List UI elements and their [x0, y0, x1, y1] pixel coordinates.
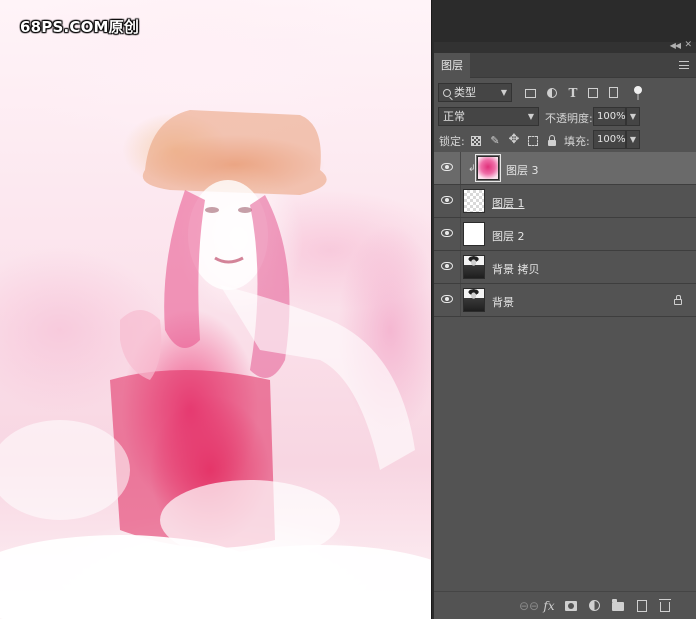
lock-icon[interactable] — [674, 295, 682, 305]
layers-list: ↲ 图层 3 图层 1 图层 2 背景 拷贝 背景 — [434, 152, 696, 317]
eye-icon[interactable] — [441, 295, 453, 303]
eye-icon[interactable] — [441, 163, 453, 171]
artwork-illustration — [0, 110, 431, 619]
opacity-input[interactable]: 100% — [593, 107, 626, 126]
layer-thumbnail[interactable] — [475, 154, 501, 182]
row-divider — [460, 251, 461, 283]
opacity-label: 不透明度: — [545, 112, 593, 125]
row-divider — [460, 284, 461, 316]
layers-bottom-toolbar: ⊖⊖ fx — [434, 591, 696, 619]
chevron-down-icon: ▼ — [500, 88, 507, 97]
lock-artboard-icon[interactable] — [528, 136, 538, 146]
chevron-down-icon: ▼ — [527, 112, 534, 121]
tab-layers[interactable]: 图层 — [434, 53, 470, 78]
right-panel-dock: ◀◀ ✕ 图层 类型 ▼ T 正常 ▼ 不透明度: 100% ▼ 锁定: ✎ ✥… — [431, 0, 696, 619]
layer-thumbnail[interactable] — [463, 288, 485, 312]
filter-kind-label: 类型 — [454, 86, 476, 99]
layer-row-layer-2[interactable]: 图层 2 — [434, 218, 696, 251]
layer-row-background-copy[interactable]: 背景 拷贝 — [434, 251, 696, 284]
eye-icon[interactable] — [441, 229, 453, 237]
filter-row: 类型 ▼ T — [434, 83, 696, 105]
layer-row-layer-3[interactable]: ↲ 图层 3 — [434, 152, 696, 185]
lock-row: 锁定: ✎ ✥ 填充: 100% ▼ — [434, 130, 696, 152]
layer-row-background[interactable]: 背景 — [434, 284, 696, 317]
layer-name[interactable]: 图层 2 — [492, 228, 525, 244]
layer-row-layer-1[interactable]: 图层 1 — [434, 185, 696, 218]
blend-mode-value: 正常 — [443, 110, 465, 123]
eye-icon[interactable] — [441, 196, 453, 204]
watermark-text: 68PS.COM原创 — [20, 18, 140, 36]
layer-name[interactable]: 背景 — [492, 294, 514, 310]
fx-icon[interactable]: fx — [542, 599, 556, 613]
layer-thumbnail[interactable] — [463, 222, 485, 246]
layer-name[interactable]: 图层 3 — [506, 162, 539, 178]
close-panel-icon[interactable]: ✕ — [684, 40, 692, 50]
lock-all-icon[interactable] — [548, 135, 556, 146]
eye-icon[interactable] — [441, 262, 453, 270]
smart-object-filter-icon[interactable] — [609, 87, 618, 98]
row-divider — [460, 218, 461, 250]
image-filter-icon[interactable] — [525, 89, 536, 98]
type-filter-icon[interactable]: T — [566, 86, 580, 100]
filter-toggle-icon[interactable] — [634, 86, 642, 100]
row-divider — [460, 152, 461, 184]
clipping-mask-arrow-icon: ↲ — [468, 164, 476, 174]
lock-label: 锁定: — [439, 135, 465, 148]
layer-name[interactable]: 图层 1 — [492, 195, 525, 211]
layers-panel: 图层 类型 ▼ T 正常 ▼ 不透明度: 100% ▼ 锁定: ✎ ✥ 填充: … — [434, 53, 696, 619]
search-icon — [443, 89, 451, 97]
fill-input[interactable]: 100% — [593, 130, 626, 149]
delete-layer-icon[interactable] — [659, 599, 671, 612]
new-layer-icon[interactable] — [637, 600, 647, 612]
layer-name[interactable]: 背景 拷贝 — [492, 261, 540, 277]
link-layers-icon[interactable]: ⊖⊖ — [519, 599, 539, 613]
opacity-slider-toggle[interactable]: ▼ — [626, 107, 640, 126]
add-mask-icon[interactable] — [565, 601, 577, 611]
document-canvas[interactable]: 68PS.COM原创 — [0, 0, 431, 619]
shape-filter-icon[interactable] — [588, 88, 598, 98]
layer-thumbnail[interactable] — [463, 255, 485, 279]
fill-label: 填充: — [564, 135, 590, 148]
panel-header-strip: ◀◀ ✕ — [434, 40, 696, 53]
fill-slider-toggle[interactable]: ▼ — [626, 130, 640, 149]
lock-position-icon[interactable]: ✥ — [508, 133, 520, 146]
adjustment-filter-icon[interactable] — [547, 88, 557, 98]
blend-row: 正常 ▼ 不透明度: 100% ▼ — [434, 107, 696, 129]
new-group-icon[interactable] — [612, 599, 624, 611]
lock-image-icon[interactable]: ✎ — [489, 135, 501, 147]
filter-kind-dropdown[interactable]: 类型 ▼ — [438, 83, 512, 102]
new-adjustment-icon[interactable] — [589, 600, 600, 611]
blend-mode-dropdown[interactable]: 正常 ▼ — [438, 107, 539, 126]
lock-transparent-icon[interactable] — [471, 136, 481, 146]
row-divider — [460, 185, 461, 217]
panel-tab-bar: 图层 — [434, 53, 696, 78]
panel-menu-icon[interactable] — [679, 61, 689, 69]
layer-thumbnail[interactable] — [463, 189, 485, 213]
collapse-panels-icon[interactable]: ◀◀ — [670, 41, 681, 50]
